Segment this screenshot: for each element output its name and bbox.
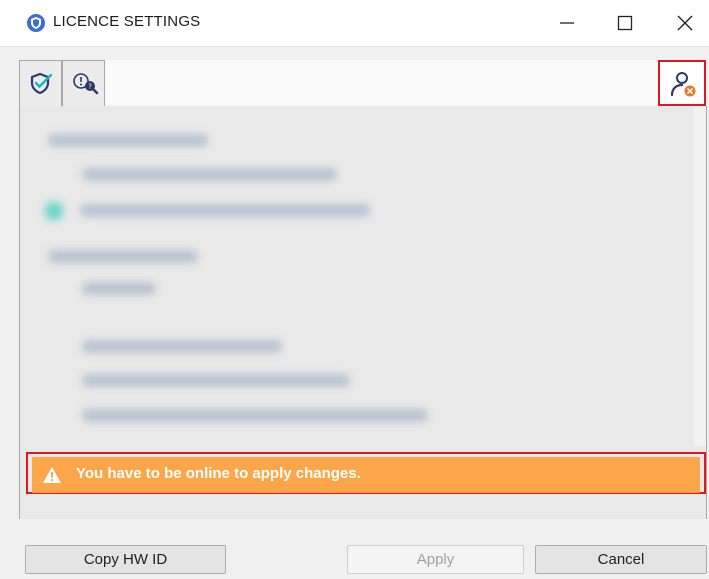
copy-hw-id-button[interactable]: Copy HW ID: [25, 545, 226, 574]
warning-icon: [42, 466, 62, 488]
blurred-text: [82, 374, 350, 387]
blurred-text: [82, 409, 428, 422]
title-bar: LICENCE SETTINGS: [0, 0, 709, 47]
maximize-button[interactable]: [602, 0, 648, 46]
close-icon: [677, 15, 693, 31]
blurred-text: [80, 204, 370, 217]
maximize-icon: [617, 15, 633, 31]
blurred-text: [48, 250, 198, 263]
offline-warning-banner: You have to be online to apply changes.: [32, 457, 700, 493]
status-indicator-icon: [45, 202, 63, 220]
apply-button[interactable]: Apply: [347, 545, 524, 574]
scrollbar[interactable]: [694, 106, 706, 446]
blurred-text: [82, 340, 282, 353]
user-licence-button[interactable]: [658, 60, 706, 106]
dialog-footer: Copy HW ID Apply Cancel: [0, 530, 709, 579]
minimize-icon: [560, 22, 574, 24]
warning-message: You have to be online to apply changes.: [76, 465, 361, 482]
tab-licence-status[interactable]: [19, 60, 62, 106]
cancel-button[interactable]: Cancel: [535, 545, 707, 574]
svg-text:?: ?: [88, 83, 92, 91]
close-button[interactable]: [662, 0, 708, 46]
app-shield-icon: [26, 13, 46, 33]
blurred-text: [82, 282, 156, 295]
minimize-button[interactable]: [544, 0, 590, 46]
user-remove-icon: [670, 72, 696, 97]
blurred-text: [48, 134, 208, 147]
blurred-text: [82, 168, 337, 181]
shield-check-icon: [30, 72, 53, 95]
info-search-icon: ?: [73, 73, 99, 95]
window-title: LICENCE SETTINGS: [53, 13, 201, 30]
tab-licence-info[interactable]: ?: [62, 60, 105, 106]
toolbar: ?: [19, 60, 707, 107]
